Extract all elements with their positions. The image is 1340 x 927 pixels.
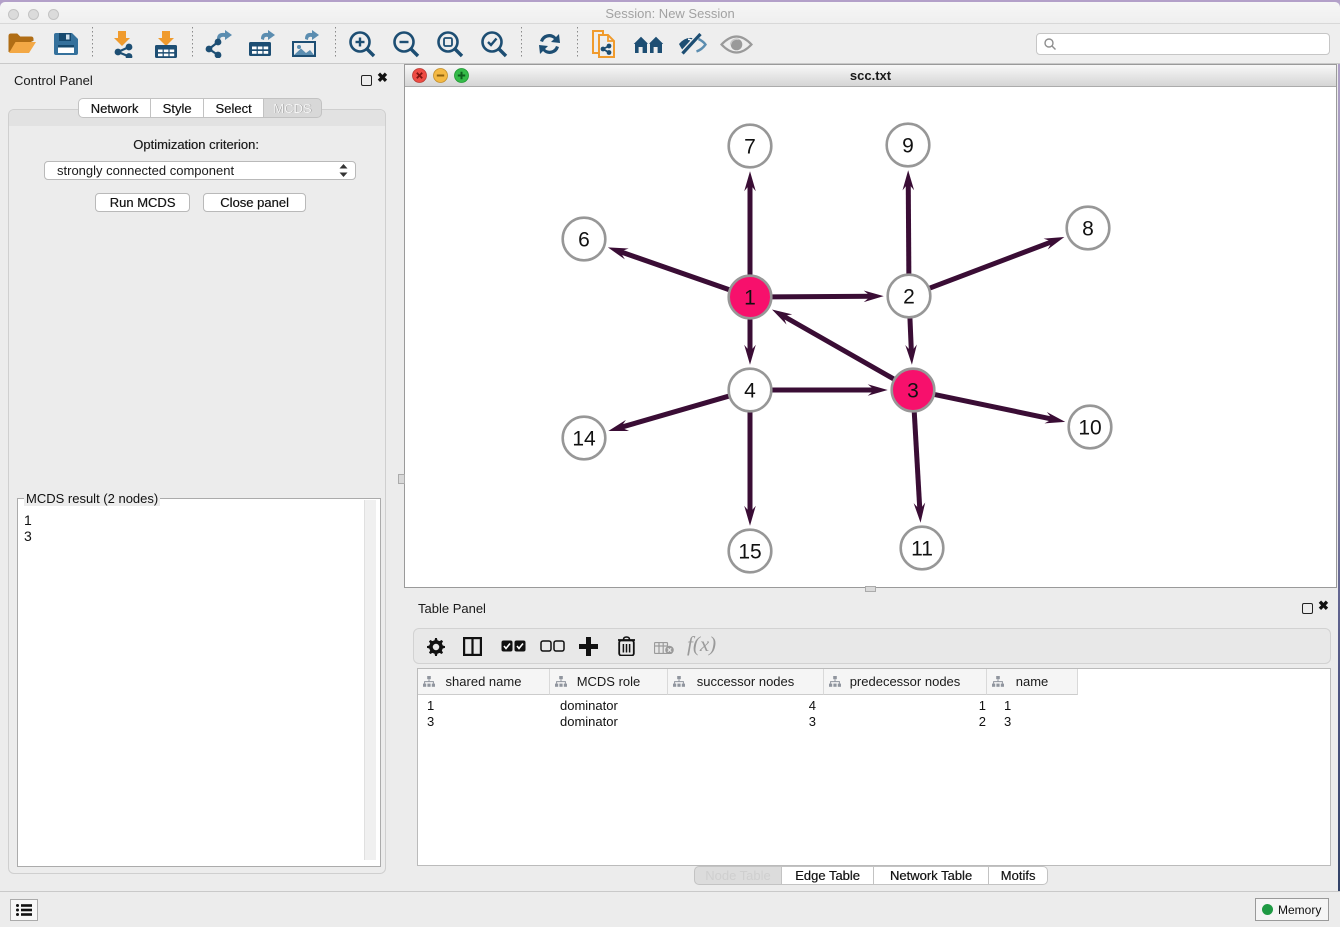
svg-text:15: 15 bbox=[738, 541, 761, 564]
svg-text:7: 7 bbox=[744, 136, 756, 159]
svg-text:9: 9 bbox=[902, 135, 914, 158]
svg-text:6: 6 bbox=[578, 229, 590, 252]
svg-text:11: 11 bbox=[911, 538, 933, 561]
svg-text:3: 3 bbox=[907, 380, 919, 403]
svg-text:10: 10 bbox=[1078, 417, 1101, 440]
svg-text:4: 4 bbox=[744, 380, 756, 403]
svg-text:8: 8 bbox=[1082, 218, 1094, 241]
svg-text:1: 1 bbox=[744, 287, 756, 310]
svg-text:14: 14 bbox=[572, 428, 596, 451]
svg-text:2: 2 bbox=[903, 286, 915, 309]
